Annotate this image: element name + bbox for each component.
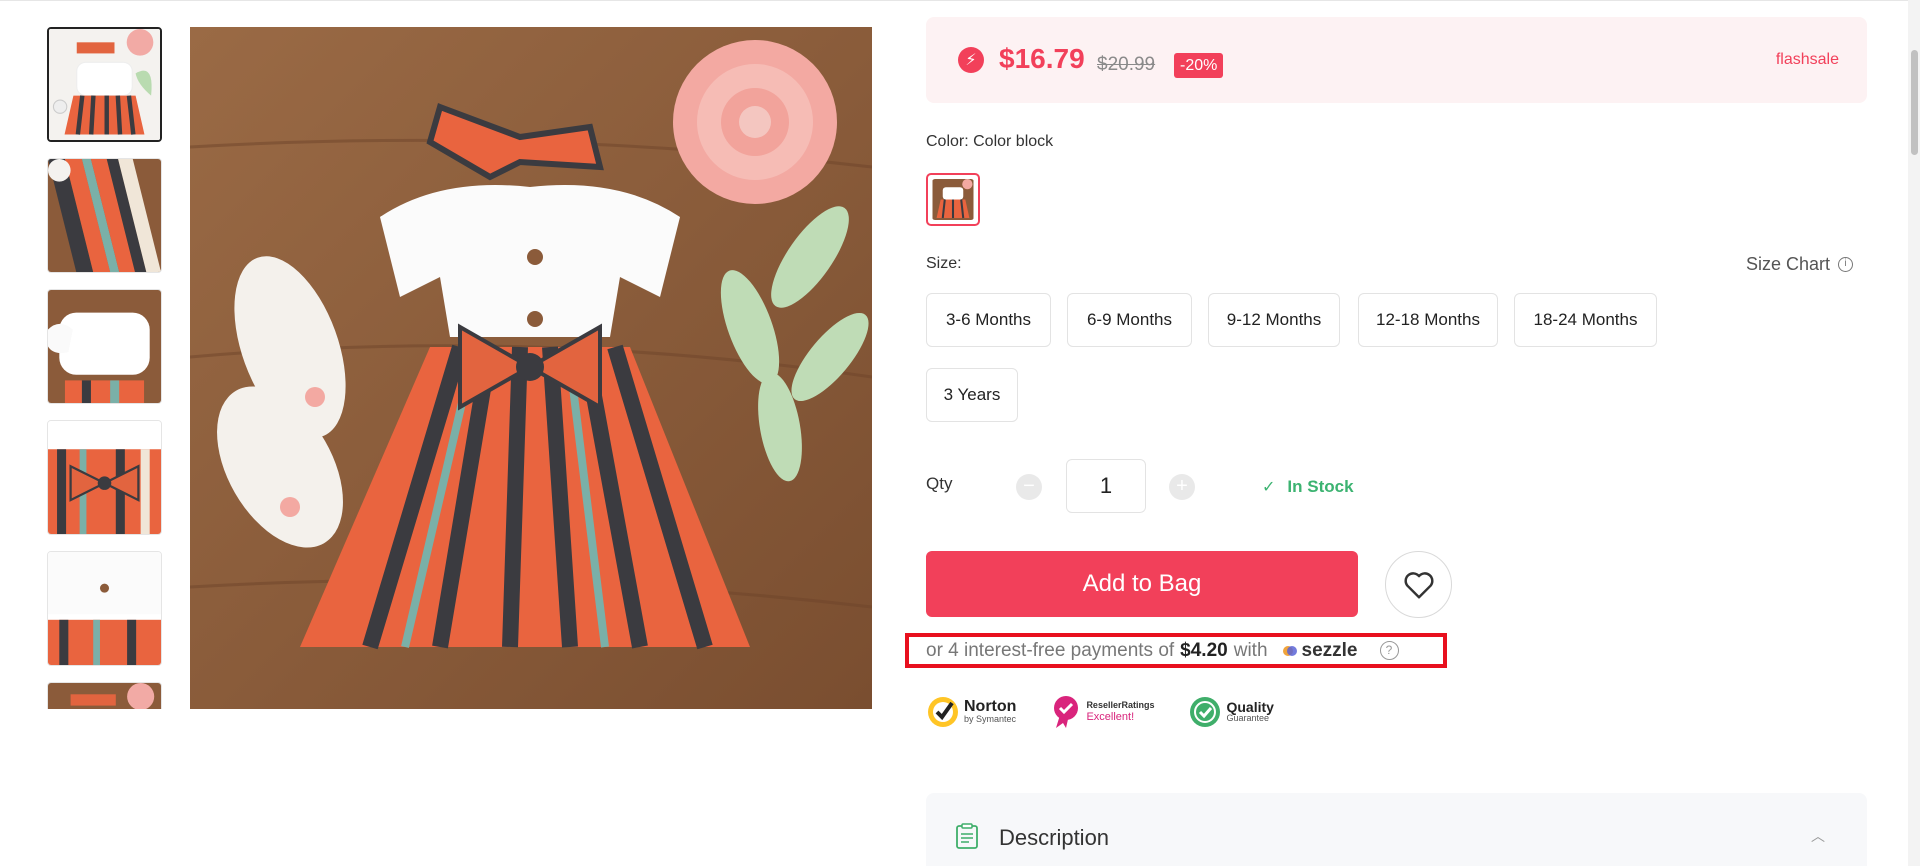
thumbnail-image xyxy=(49,29,160,140)
reseller-sub: Excellent! xyxy=(1086,710,1135,723)
qty-label: Qty xyxy=(926,474,953,493)
size-chart-label: Size Chart xyxy=(1745,254,1830,274)
chevron-up-icon[interactable]: ︿ xyxy=(1811,826,1825,846)
thumbnail-image xyxy=(48,683,161,709)
scrollbar-thumb[interactable] xyxy=(1911,50,1918,155)
discount-badge: -20% xyxy=(1174,53,1224,78)
color-swatch-color-block[interactable] xyxy=(926,173,980,226)
page-scrollbar[interactable] xyxy=(1908,0,1920,866)
stock-text: In Stock xyxy=(1287,477,1354,496)
norton-check-icon xyxy=(928,697,958,727)
color-label: Color: Color block xyxy=(926,133,1054,150)
size-option-3-6-months[interactable]: 3-6 Months xyxy=(926,293,1051,347)
reseller-ratings-badge: ResellerRatings Excellent! xyxy=(1050,695,1154,729)
size-option-9-12-months[interactable]: 9-12 Months xyxy=(1208,293,1340,347)
product-page: ⚡ $16.79 $20.99 -20% flashsale Color: Co… xyxy=(0,0,1920,866)
flashsale-label: flashsale xyxy=(1775,51,1839,68)
size-option-3-years[interactable]: 3 Years xyxy=(926,368,1018,422)
check-icon: ✓ xyxy=(1262,479,1276,496)
wishlist-button[interactable] xyxy=(1385,551,1452,618)
trust-badges: Norton by Symantec ResellerRatings Excel… xyxy=(926,695,1274,729)
norton-title: Norton xyxy=(964,698,1017,716)
thumbnail-3[interactable] xyxy=(47,289,162,404)
thumbnail-strip[interactable] xyxy=(47,27,164,709)
heart-icon xyxy=(1404,571,1433,598)
sezzle-mark-icon xyxy=(1282,645,1297,656)
thumbnail-image xyxy=(48,552,161,665)
lightning-icon: ⚡ xyxy=(958,47,984,73)
quality-title: Quality xyxy=(1226,699,1274,716)
norton-badge: Norton by Symantec xyxy=(926,695,1016,729)
thumbnail-5[interactable] xyxy=(47,551,162,666)
size-option-12-18-months[interactable]: 12-18 Months xyxy=(1358,293,1498,347)
info-icon: i xyxy=(1838,257,1853,272)
size-chart-link[interactable]: Size Chart i xyxy=(1746,254,1853,275)
size-option-18-24-months[interactable]: 18-24 Months xyxy=(1514,293,1657,347)
size-label: Size: xyxy=(926,255,962,272)
original-price: $20.99 xyxy=(1097,54,1156,75)
add-to-bag-button[interactable]: Add to Bag xyxy=(926,551,1358,617)
thumbnail-1[interactable] xyxy=(47,27,162,142)
sezzle-amount: $4.20 xyxy=(1180,639,1228,661)
sezzle-installments-banner[interactable]: or 4 interest-free payments of $4.20 wit… xyxy=(905,633,1447,668)
qty-input[interactable] xyxy=(1066,459,1146,513)
norton-sub: by Symantec xyxy=(964,714,1017,725)
product-photo xyxy=(190,27,872,709)
description-title: Description xyxy=(999,825,1110,850)
stock-status: ✓ In Stock xyxy=(1262,477,1354,497)
price-box: ⚡ $16.79 $20.99 -20% flashsale xyxy=(926,17,1867,103)
quality-guarantee-badge: Quality Guarantee xyxy=(1188,695,1274,729)
ribbon-icon xyxy=(1054,696,1079,728)
sezzle-logo: sezzle xyxy=(1282,640,1358,662)
reseller-title: ResellerRatings xyxy=(1086,700,1155,710)
document-icon xyxy=(956,823,978,849)
thumbnail-image xyxy=(48,159,161,272)
product-info-panel: ⚡ $16.79 $20.99 -20% flashsale Color: Co… xyxy=(905,0,1867,866)
size-option-6-9-months[interactable]: 6-9 Months xyxy=(1067,293,1192,347)
main-product-image[interactable] xyxy=(190,27,872,709)
help-icon[interactable]: ? xyxy=(1379,641,1399,660)
thumbnail-6[interactable] xyxy=(47,682,162,709)
quality-seal-icon xyxy=(1190,697,1221,727)
quality-sub: Guarantee xyxy=(1226,713,1269,724)
qty-decrease-button[interactable]: − xyxy=(1016,474,1042,500)
thumbnail-2[interactable] xyxy=(47,158,162,273)
sezzle-prefix: or 4 interest-free payments of xyxy=(926,639,1175,661)
sale-price: $16.79 xyxy=(999,43,1085,74)
swatch-image xyxy=(932,179,974,220)
sezzle-with: with xyxy=(1233,639,1268,661)
qty-increase-button[interactable]: + xyxy=(1169,474,1195,500)
thumbnail-image xyxy=(48,421,161,534)
description-accordion[interactable]: Description ︿ xyxy=(926,793,1867,866)
thumbnail-image xyxy=(48,290,161,403)
sezzle-brand: sezzle xyxy=(1301,639,1358,661)
thumbnail-4[interactable] xyxy=(47,420,162,535)
